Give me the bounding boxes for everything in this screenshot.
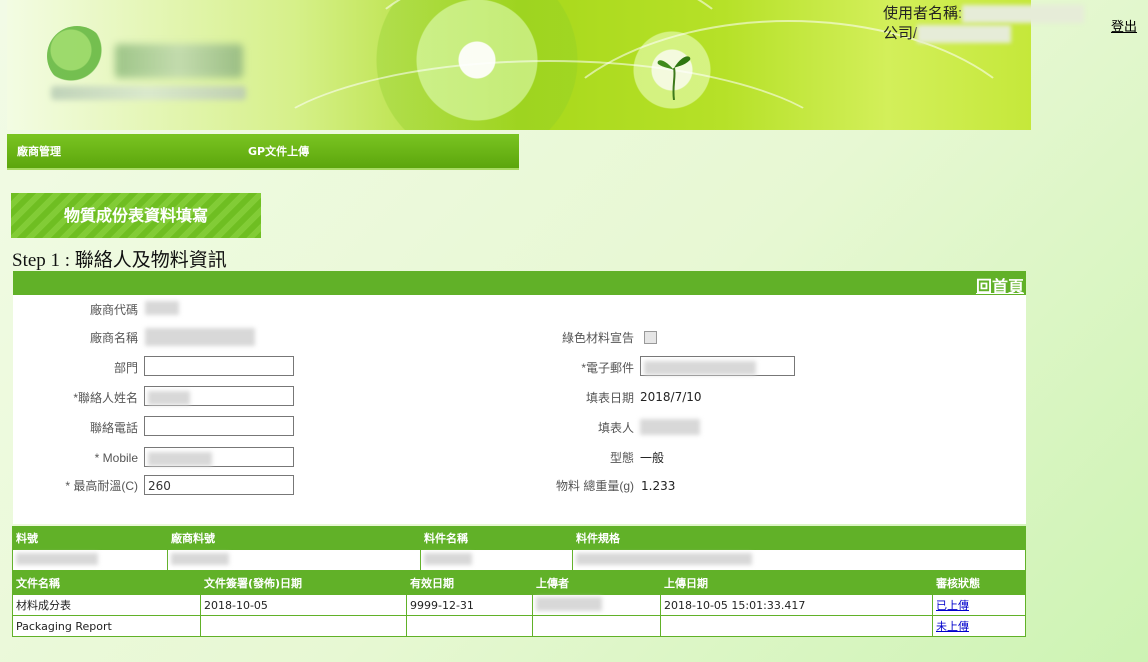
green-material-checkbox[interactable] [644, 331, 657, 344]
fill-date-label: 填表日期 [585, 391, 634, 405]
email-input[interactable] [640, 356, 795, 376]
panel-header: 回首頁 [13, 271, 1026, 297]
phone-label: 聯絡電話 [89, 421, 138, 435]
user-info: 使用者名稱: 公司/ [883, 4, 1085, 44]
part-name-cell [420, 549, 573, 571]
user-name-value [962, 5, 1085, 24]
upload-date-cell: 2018-10-05 15:01:33.417 [660, 594, 933, 616]
valid-date-cell: 9999-12-31 [406, 594, 533, 616]
max-temp-input[interactable]: 260 [144, 475, 294, 495]
doc-name-cell: 材料成分表 [12, 594, 201, 616]
col-part-name: 料件名稱 [420, 526, 573, 550]
company-logo-subtitle [51, 86, 246, 100]
header-banner [7, 0, 1031, 130]
home-link[interactable]: 回首頁 [976, 273, 1024, 297]
table-row: 材料成分表 2018-10-05 9999-12-31 2018-10-05 1… [12, 594, 1026, 616]
vendor-code-value [145, 301, 179, 315]
vendor-part-number-cell [167, 549, 421, 571]
material-table: 料號 廠商料號 料件名稱 料件規格 [12, 526, 1026, 571]
green-material-label: 綠色材料宣告 [561, 331, 634, 345]
upload-date-cell [660, 615, 933, 637]
company-logo-icon [47, 26, 107, 86]
section-tab-substance-form[interactable]: 物質成份表資料填寫 [11, 193, 261, 238]
vendor-name-label: 廠商名稱 [89, 331, 138, 345]
menu-item-gp-upload[interactable]: GP文件上傳 [248, 143, 309, 159]
main-menu: 廠商管理 GP文件上傳 [7, 134, 519, 170]
company-label: 公司/ [883, 25, 918, 42]
part-spec-cell [572, 549, 1026, 571]
company-value [917, 25, 1012, 44]
contact-material-form: 回首頁 廠商代碼 廠商名稱 部門 *聯絡人姓名 聯絡電話 * Mobile * … [13, 271, 1026, 524]
uploader-cell [532, 615, 661, 637]
status-cell: 未上傳 [932, 615, 1026, 637]
dept-input[interactable] [144, 356, 294, 376]
dept-label: 部門 [113, 361, 138, 375]
sign-date-cell [200, 615, 407, 637]
status-link[interactable]: 已上傳 [936, 599, 969, 612]
type-label: 型態 [609, 451, 634, 465]
col-review-status: 審核狀態 [932, 571, 1026, 595]
weight-label: 物料 總重量(g) [555, 479, 634, 493]
col-vendor-part-number: 廠商料號 [167, 526, 421, 550]
sprout-icon [657, 56, 691, 100]
col-part-spec: 料件規格 [572, 526, 1026, 550]
col-valid-date: 有效日期 [406, 571, 533, 595]
step-title: Step 1 : 聯絡人及物料資訊 [12, 250, 227, 271]
type-value: 一般 [640, 451, 665, 465]
col-uploader: 上傳者 [532, 571, 661, 595]
valid-date-cell [406, 615, 533, 637]
filler-value [640, 419, 700, 435]
vendor-name-value [145, 328, 255, 346]
uploader-cell [532, 594, 661, 616]
filler-label: 填表人 [597, 421, 634, 435]
company-logo-text [115, 44, 243, 78]
col-part-number: 料號 [12, 526, 168, 550]
mobile-label: * Mobile [94, 451, 138, 465]
weight-value: 1.233 [641, 479, 676, 493]
part-number-cell [12, 549, 168, 571]
status-cell: 已上傳 [932, 594, 1026, 616]
logout-link[interactable]: 登出 [1111, 16, 1137, 35]
document-table: 文件名稱 文件簽署(發佈)日期 有效日期 上傳者 上傳日期 審核狀態 材料成分表… [12, 571, 1026, 637]
table-row [12, 549, 1026, 571]
max-temp-label: * 最高耐溫(C) [65, 479, 138, 493]
sign-date-cell: 2018-10-05 [200, 594, 407, 616]
contact-name-input[interactable] [144, 386, 294, 406]
mobile-input[interactable] [144, 447, 294, 467]
menu-item-vendor-management[interactable]: 廠商管理 [17, 143, 61, 159]
col-sign-date: 文件簽署(發佈)日期 [200, 571, 407, 595]
phone-input[interactable] [144, 416, 294, 436]
col-doc-name: 文件名稱 [12, 571, 201, 595]
user-label: 使用者名稱: [883, 5, 963, 22]
status-link[interactable]: 未上傳 [936, 620, 969, 633]
col-upload-date: 上傳日期 [660, 571, 933, 595]
doc-name-cell: Packaging Report [12, 615, 201, 637]
vendor-code-label: 廠商代碼 [89, 303, 138, 317]
fill-date-value: 2018/7/10 [640, 390, 702, 404]
email-label: *電子郵件 [581, 361, 634, 375]
table-row: Packaging Report 未上傳 [12, 615, 1026, 637]
contact-name-label: *聯絡人姓名 [73, 391, 138, 405]
